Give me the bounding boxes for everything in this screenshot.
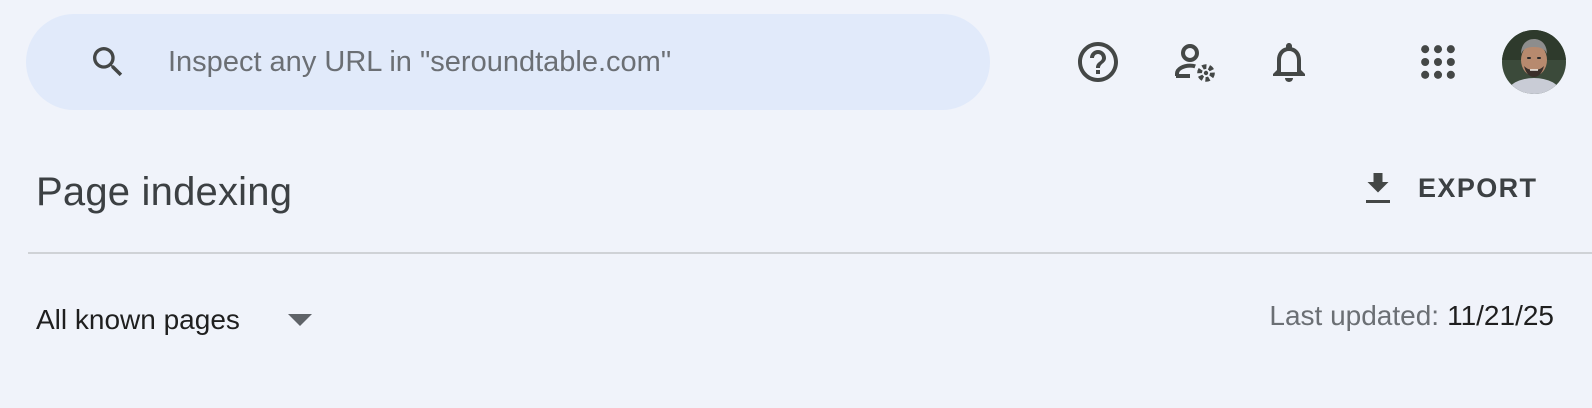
user-avatar[interactable]: [1502, 30, 1566, 94]
help-icon: [1078, 42, 1118, 82]
google-apps-button[interactable]: [1408, 32, 1468, 92]
dropdown-selected-value: All known pages: [36, 304, 240, 335]
notifications-button[interactable]: [1259, 32, 1319, 92]
admin-settings-icon: [1175, 44, 1215, 82]
export-label: EXPORT: [1418, 172, 1538, 203]
url-inspection-search-bar[interactable]: [26, 14, 990, 110]
chevron-down-icon: [287, 314, 312, 326]
help-button[interactable]: [1068, 32, 1128, 92]
filter-row: All known pages Last updated: 11/21/25: [0, 292, 1592, 352]
last-updated-label: Last updated:: [1269, 300, 1440, 331]
search-input[interactable]: [168, 38, 948, 86]
page-title: Page indexing: [36, 170, 293, 214]
export-button[interactable]: EXPORT: [1360, 162, 1537, 214]
avatar-photo: [1502, 30, 1566, 94]
top-app-bar: [0, 0, 1592, 124]
page-header: Page indexing EXPORT: [0, 150, 1592, 250]
header-divider: [28, 252, 1592, 254]
last-updated-value: 11/21/25: [1447, 300, 1554, 331]
pages-filter-dropdown[interactable]: All known pages: [36, 298, 314, 342]
apps-grid-icon: [1421, 45, 1455, 79]
download-icon: [1366, 173, 1390, 203]
notifications-bell-icon: [1273, 43, 1305, 82]
search-icon[interactable]: [88, 42, 128, 82]
last-updated: Last updated: 11/21/25: [1269, 300, 1554, 332]
admin-settings-button[interactable]: [1164, 32, 1224, 92]
